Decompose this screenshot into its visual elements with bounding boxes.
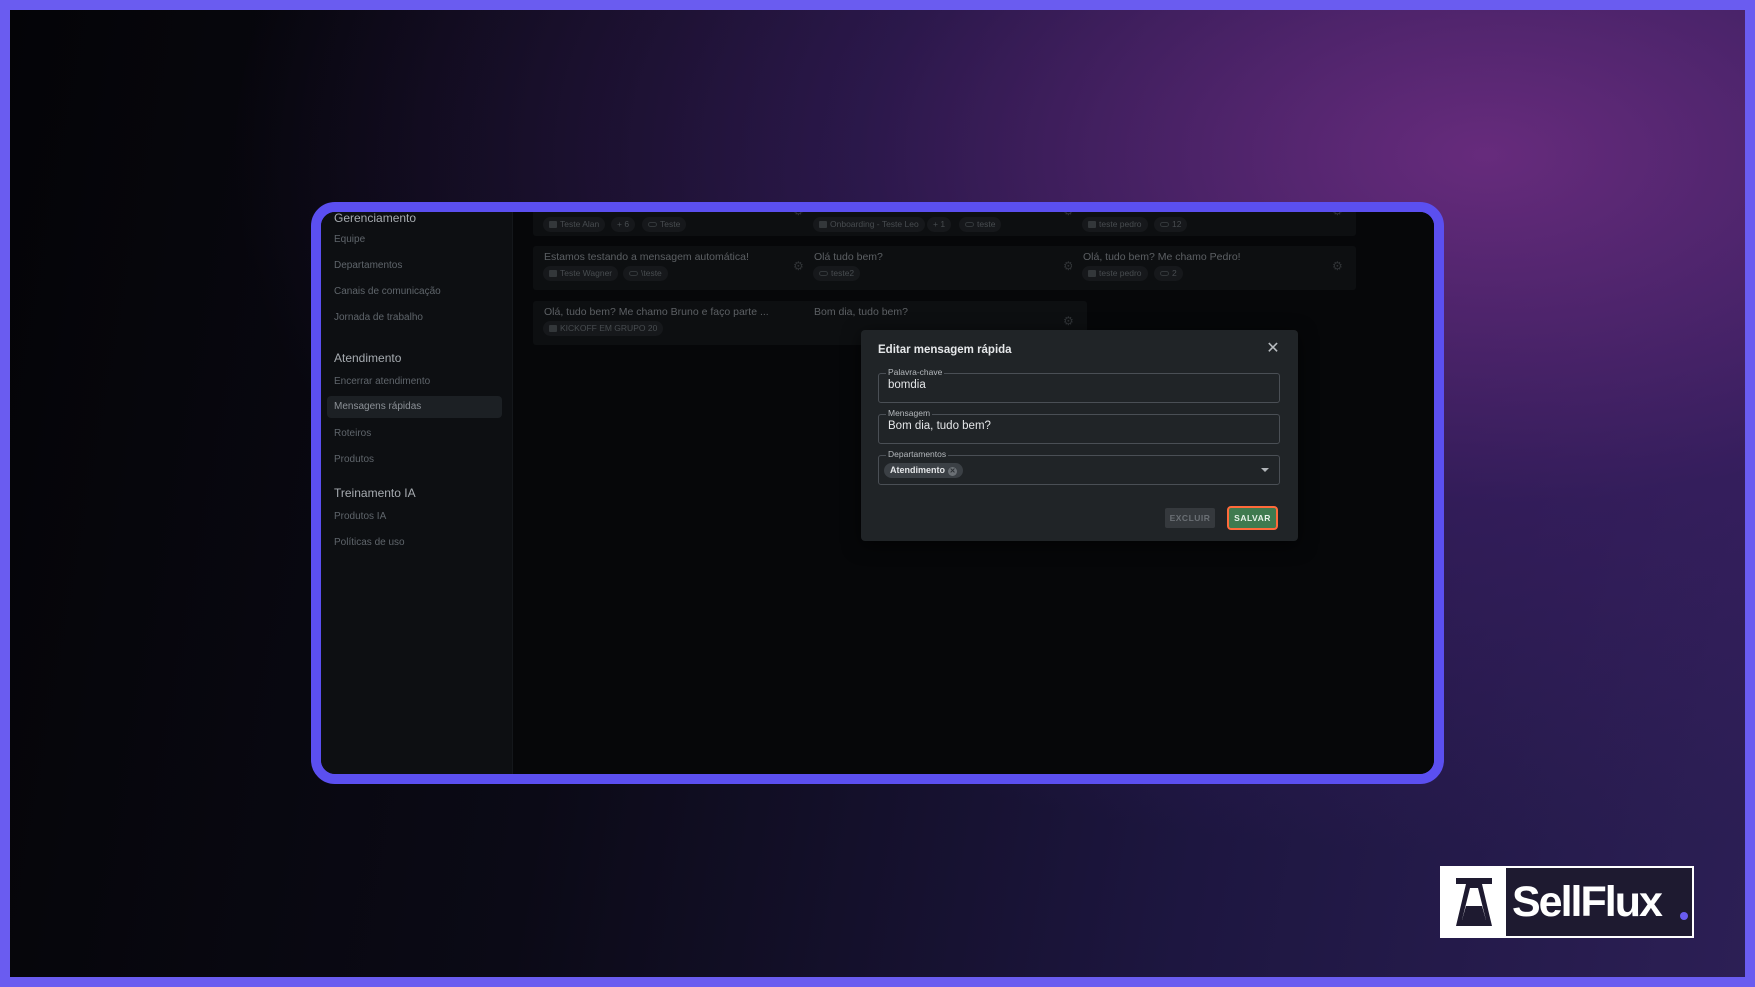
brand-name: SellFlux — [1512, 878, 1663, 926]
sidebar-section-title: Atendimento — [334, 351, 402, 365]
departments-select[interactable]: Departamentos Atendimento ✕ — [878, 449, 1280, 485]
sidebar-item-produtos-ia[interactable]: Produtos IA — [334, 511, 386, 522]
close-icon[interactable]: ✕ — [1266, 341, 1280, 357]
sidebar-item-equipe[interactable]: Equipe — [334, 234, 365, 245]
sidebar-item-politicas[interactable]: Políticas de uso — [334, 537, 405, 548]
sidebar-section-title: Treinamento IA — [334, 486, 416, 500]
remove-chip-icon[interactable]: ✕ — [948, 467, 957, 476]
sidebar-item-mensagens-rapidas[interactable]: Mensagens rápidas — [327, 396, 502, 418]
keyword-input[interactable] — [888, 379, 1268, 391]
delete-button[interactable]: EXCLUIR — [1165, 508, 1215, 528]
keyword-field[interactable]: Palavra-chave — [878, 367, 1280, 403]
keyword-label: Palavra-chave — [886, 367, 945, 377]
hourglass-icon — [1456, 878, 1492, 926]
sidebar-item-jornada[interactable]: Jornada de trabalho — [334, 312, 423, 323]
edit-quick-message-dialog: Editar mensagem rápida ✕ Palavra-chave M… — [861, 330, 1298, 541]
sellflux-logo: SellFlux — [1440, 866, 1694, 938]
sidebar: Gerenciamento Equipe Departamentos Canai… — [321, 212, 513, 774]
department-chip: Atendimento ✕ — [884, 463, 963, 478]
brand-dot — [1680, 912, 1688, 920]
sidebar-item-produtos[interactable]: Produtos — [334, 454, 374, 465]
sidebar-item-roteiros[interactable]: Roteiros — [334, 428, 371, 439]
departments-label: Departamentos — [886, 449, 949, 459]
app-window: Gerenciamento Equipe Departamentos Canai… — [311, 202, 1444, 784]
main-content: Teste Alan + 6 Teste ⚙ Onboarding - Test… — [513, 212, 1434, 774]
sidebar-item-encerrar[interactable]: Encerrar atendimento — [334, 376, 430, 387]
dialog-title: Editar mensagem rápida — [878, 344, 1012, 356]
chevron-down-icon[interactable] — [1261, 468, 1269, 472]
sidebar-section-title: Gerenciamento — [334, 211, 417, 225]
logo-mark — [1442, 868, 1506, 936]
message-input[interactable] — [888, 420, 1268, 432]
message-field[interactable]: Mensagem — [878, 408, 1280, 444]
message-label: Mensagem — [886, 408, 933, 418]
sidebar-item-canais[interactable]: Canais de comunicação — [334, 286, 441, 297]
sidebar-item-departamentos[interactable]: Departamentos — [334, 260, 402, 271]
save-button[interactable]: SALVAR — [1227, 506, 1278, 530]
